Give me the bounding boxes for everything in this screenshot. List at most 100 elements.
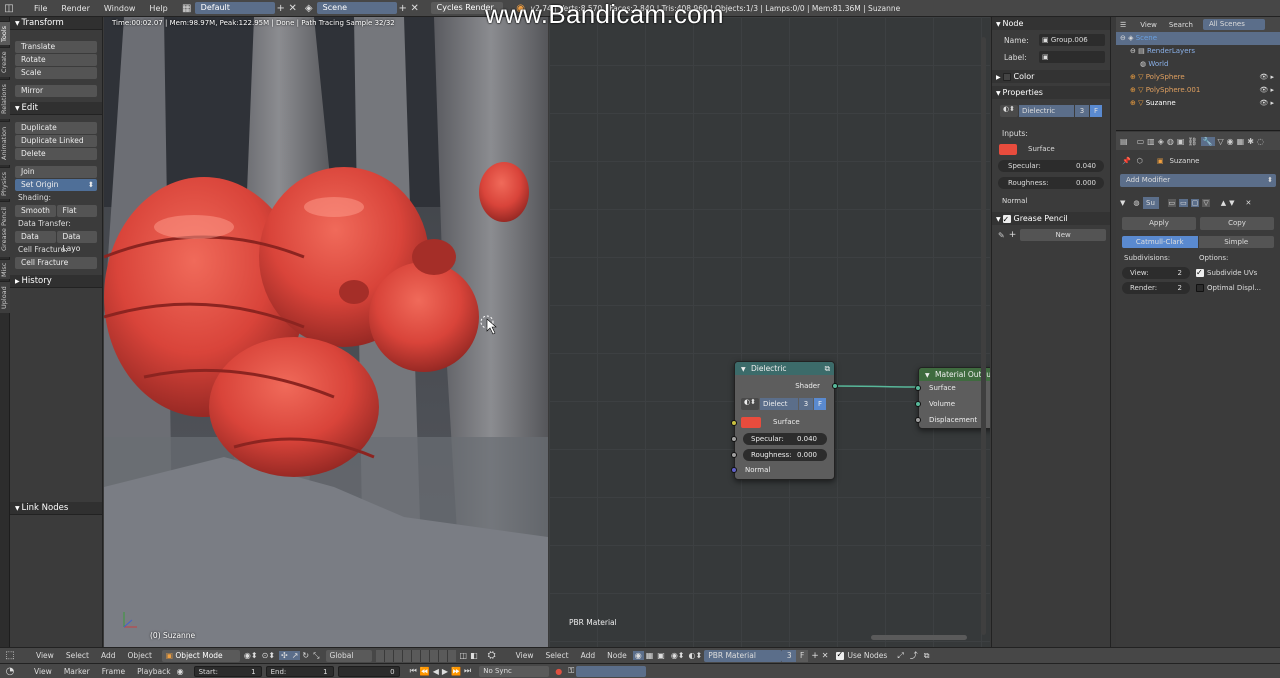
duplicate-button[interactable]: Duplicate — [15, 122, 97, 134]
record-icon[interactable]: ● — [555, 667, 562, 676]
info-editor-icon[interactable]: ◫ — [3, 2, 15, 14]
add-menu[interactable]: Add — [95, 651, 122, 660]
mode-select[interactable]: ▣ Object Mode — [161, 649, 240, 662]
panel-properties-header[interactable]: Properties — [992, 86, 1110, 99]
use-nodes-checkbox[interactable] — [836, 650, 845, 660]
apply-button[interactable]: Apply — [1122, 217, 1196, 230]
name-field[interactable]: ▣ Group.006 — [1039, 34, 1105, 46]
backdrop-icon[interactable]: ⤢ — [897, 651, 903, 661]
outliner-row-suzanne[interactable]: ⊕ ▽ Suzanne 👁 ▸ — [1116, 97, 1280, 110]
texture-type-icon[interactable]: ▦ — [644, 651, 656, 660]
optimal-display-check[interactable] — [1196, 284, 1204, 292]
outliner-row-scene[interactable]: ⊖ ◈ Scene — [1116, 32, 1280, 45]
shader-type-icons[interactable]: ◉ — [632, 651, 644, 660]
node-select-menu[interactable]: Select — [539, 651, 574, 660]
tab-misc[interactable]: Misc — [0, 259, 10, 279]
remove-material-icon[interactable]: ✕ — [822, 651, 829, 660]
output-displacement-socket[interactable] — [915, 417, 921, 423]
editmode-toggle-icon[interactable]: ▢ — [1190, 199, 1200, 207]
jump-start-icon[interactable]: ⏮ — [410, 666, 417, 676]
manipulator-icons[interactable]: ✣ — [279, 651, 290, 660]
material-output-node[interactable]: ▼ Material Outpu Surface Volume Displace… — [915, 367, 990, 429]
rotate-button[interactable]: Rotate — [15, 54, 97, 66]
normal-input-socket[interactable] — [731, 467, 737, 473]
join-button[interactable]: Join — [15, 166, 97, 178]
outliner-search-menu[interactable]: Search — [1169, 21, 1193, 29]
group-selector[interactable]: ◐⬍ Dielect 3 F — [741, 398, 826, 410]
jump-end-icon[interactable]: ⏭ — [464, 666, 471, 676]
vertical-scrollbar[interactable] — [981, 37, 986, 635]
node-editor[interactable]: ▼ Dielectric ⧉ Shader ◐⬍ Dielect 3 F Sur… — [549, 17, 990, 647]
group-users-field[interactable]: 3 — [799, 398, 813, 410]
render-tab-icon[interactable]: ▭ — [1137, 137, 1145, 146]
render-levels-field[interactable]: Render: 2 — [1122, 282, 1190, 294]
render-toggle-icon[interactable]: ▭ — [1167, 199, 1177, 207]
physics-tab-icon[interactable]: ◌ — [1257, 137, 1264, 146]
scale-manipulator-icon[interactable]: ⤡ — [311, 651, 321, 661]
output-surface-socket[interactable] — [915, 385, 921, 391]
pin-icon[interactable]: 📌 — [1122, 157, 1131, 165]
tab-physics[interactable]: Physics — [0, 167, 10, 199]
group-browse-icon[interactable]: ◐⬍ — [741, 398, 759, 410]
preview-range-icon[interactable]: ◉ — [177, 667, 184, 676]
screen-layout-icon[interactable]: ▦ — [181, 2, 193, 14]
translate-manipulator-icon[interactable]: ↗ — [289, 651, 301, 660]
parent-icon[interactable]: ⤴ — [910, 650, 918, 661]
properties-editor-icon[interactable]: ▤ — [1120, 137, 1128, 146]
3d-view-editor-icon[interactable]: ⬚ — [4, 650, 16, 662]
play-reverse-icon[interactable]: ◀ — [433, 667, 439, 676]
subdivide-uvs-check[interactable] — [1196, 267, 1204, 279]
keying-set-icon[interactable]: ⚿ — [568, 666, 574, 676]
jump-keyframe-forward-icon[interactable]: ⏩ — [451, 667, 461, 676]
group-selector[interactable]: ◐⬍ Dielectric 3 F — [1000, 105, 1102, 117]
snap-icon[interactable]: ◫ — [460, 651, 468, 660]
cage-toggle-icon[interactable]: ▽ — [1202, 199, 1210, 207]
tab-grease-pencil[interactable]: Grease Pencil — [0, 201, 10, 257]
move-up-icon[interactable]: ▲ — [1221, 199, 1226, 207]
compositor-type-icon[interactable]: ▣ — [655, 651, 667, 660]
expand-icon[interactable]: ▼ — [1120, 199, 1125, 207]
cell-fracture-button[interactable]: Cell Fracture — [15, 257, 97, 269]
surface-color-swatch[interactable] — [999, 144, 1017, 155]
surface-input-socket[interactable] — [731, 420, 737, 426]
panel-edit-header[interactable]: Edit — [10, 102, 102, 115]
menu-render[interactable]: Render — [54, 4, 96, 13]
roughness-input-socket[interactable] — [731, 452, 737, 458]
play-icon[interactable]: ▶ — [442, 667, 448, 676]
add-scene-icon[interactable]: + — [397, 2, 409, 14]
menu-window[interactable]: Window — [97, 4, 143, 13]
delete-button[interactable]: Delete — [15, 148, 97, 160]
tab-create[interactable]: Create — [0, 47, 10, 77]
roughness-field[interactable]: Roughness: 0.000 — [743, 449, 827, 461]
node-view-menu[interactable]: View — [510, 651, 540, 660]
add-material-icon[interactable]: + — [811, 651, 819, 661]
render-preview-icon[interactable]: ◧ — [470, 651, 478, 660]
group-name-field[interactable]: Dielect — [760, 398, 798, 410]
jump-keyframe-back-icon[interactable]: ⏪ — [420, 667, 430, 676]
texture-tab-icon[interactable]: ▦ — [1237, 137, 1245, 146]
flat-button[interactable]: Flat — [56, 205, 97, 217]
remove-modifier-icon[interactable]: ✕ — [1246, 199, 1252, 207]
surface-color-swatch[interactable] — [741, 417, 761, 428]
outliner-row-polysphere-001[interactable]: ⊕ ▽ PolySphere.001 👁 ▸ — [1116, 84, 1280, 97]
panel-color-header[interactable]: Color — [992, 70, 1110, 83]
fake-user-button[interactable]: F — [814, 398, 826, 410]
world-tab-icon[interactable]: ◍ — [1167, 137, 1174, 146]
panel-link-nodes-header[interactable]: Link Nodes — [10, 502, 102, 515]
view-menu[interactable]: View — [30, 651, 60, 660]
remove-layout-icon[interactable]: ✕ — [287, 2, 299, 14]
group-browse-icon[interactable]: ◐⬍ — [1000, 105, 1018, 117]
orientation-select[interactable]: Global — [325, 649, 372, 662]
specular-input-socket[interactable] — [731, 436, 737, 442]
roughness-field[interactable]: Roughness: 0.000 — [998, 177, 1104, 189]
panel-transform-header[interactable]: Transform — [10, 17, 102, 30]
fake-user-button[interactable]: F — [1090, 105, 1102, 117]
remove-scene-icon[interactable]: ✕ — [409, 2, 421, 14]
material-browse-icon[interactable]: ◐⬍ — [689, 651, 703, 660]
tab-upload[interactable]: Upload — [0, 281, 10, 313]
node-editor-icon[interactable]: ⛭ — [486, 650, 498, 662]
visibility-icon[interactable]: 👁 ▸ — [1259, 84, 1274, 97]
scene-tab-icon[interactable]: ◈ — [1158, 137, 1164, 146]
outliner-filter-select[interactable]: All Scenes — [1202, 19, 1265, 30]
duplicate-linked-button[interactable]: Duplicate Linked — [15, 135, 97, 147]
